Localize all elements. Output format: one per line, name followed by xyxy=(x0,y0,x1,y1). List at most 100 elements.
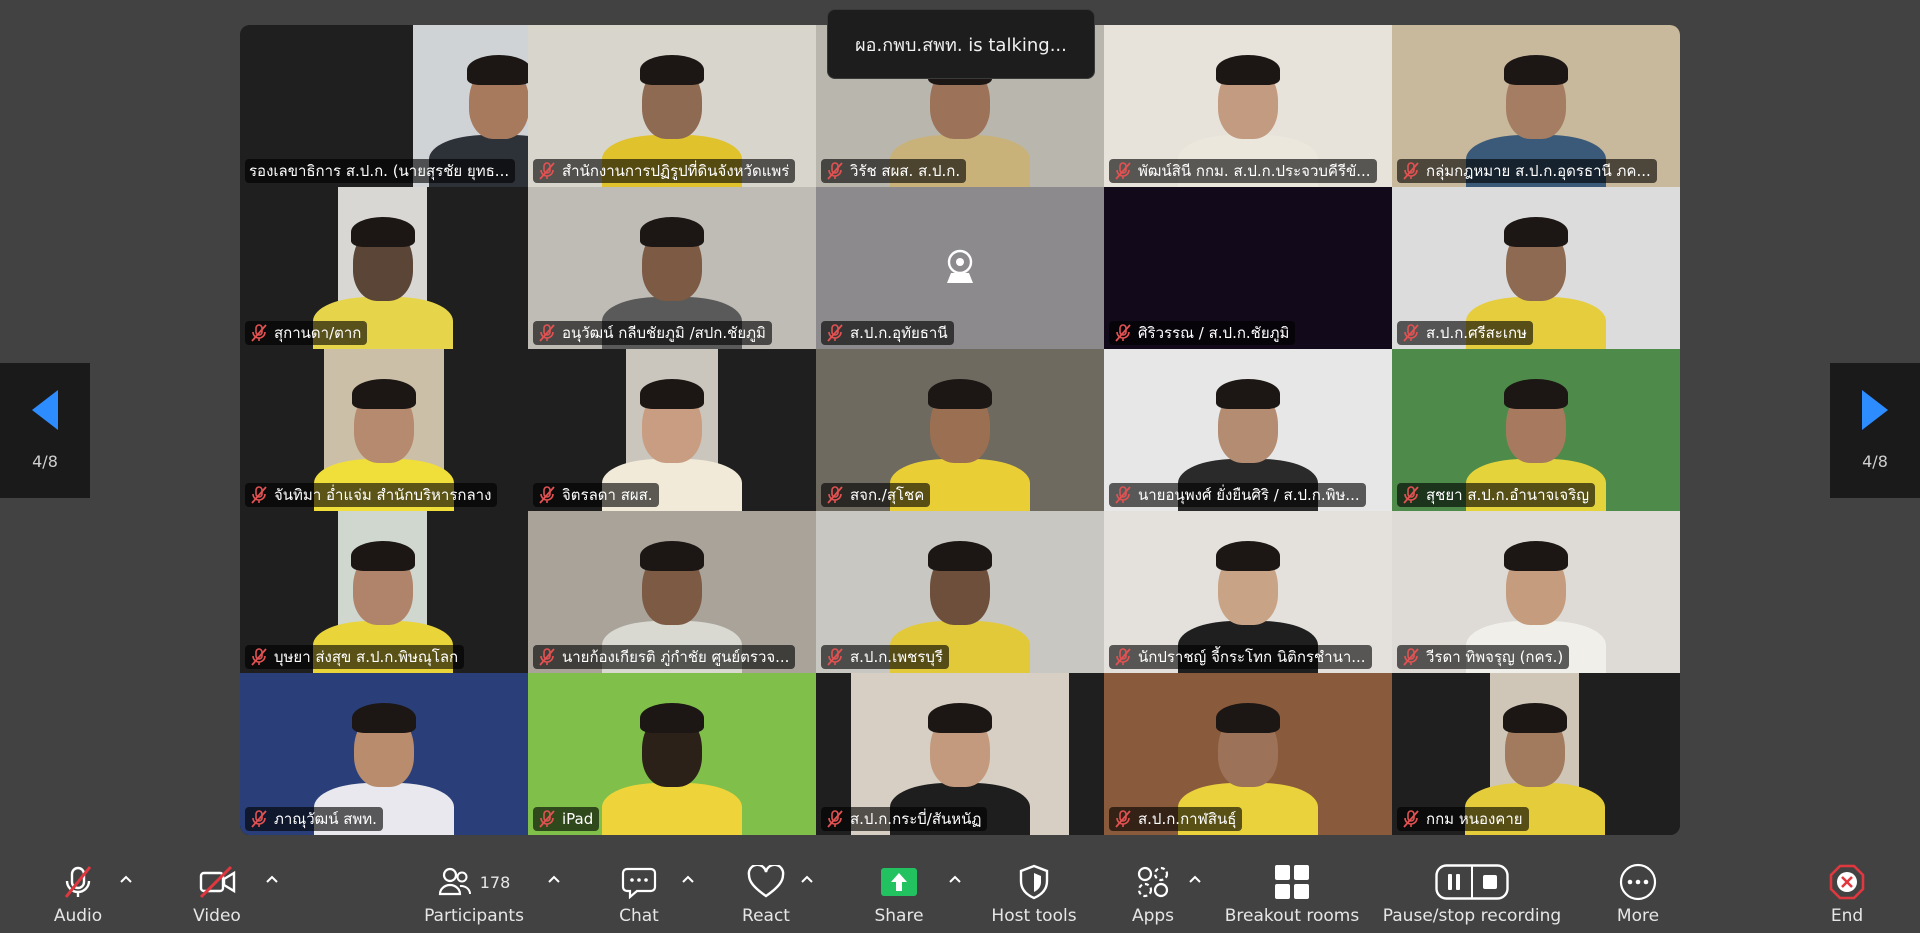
participant-tile[interactable]: รองเลขาธิการ ส.ป.ก. (นายสุรชัย ยุทธ... xyxy=(240,25,528,187)
chat-button[interactable]: Chat xyxy=(618,850,660,933)
participant-name-tag: รองเลขาธิการ ส.ป.ก. (นายสุรชัย ยุทธ... xyxy=(245,159,516,183)
participant-name-tag: ส.ป.ก.กาฬสินธุ์ xyxy=(1109,807,1243,831)
previous-page-button[interactable]: 4/8 xyxy=(0,363,90,498)
video-options-caret-icon[interactable] xyxy=(265,872,279,886)
breakout-rooms-icon xyxy=(1274,862,1310,902)
participant-tile[interactable]: ภาณุวัฒน์ สพท. xyxy=(240,673,528,835)
participant-tile[interactable]: วีรดา ทิพจรุญ (กคร.) xyxy=(1392,511,1680,673)
participant-hair xyxy=(1216,541,1280,571)
participant-name: บุษยา ส่งสุข ส.ป.ก.พิษณุโลก xyxy=(274,648,459,666)
share-button[interactable]: Share xyxy=(872,850,926,933)
participant-name: ภาณุวัฒน์ สพท. xyxy=(274,810,377,828)
muted-mic-icon xyxy=(539,648,555,666)
participant-name: iPad xyxy=(562,810,594,828)
participant-name: ส.ป.ก.อุทัยธานี xyxy=(850,324,948,342)
participant-hair xyxy=(1504,217,1568,247)
host-tools-button[interactable]: Host tools xyxy=(990,850,1078,933)
participant-tile[interactable]: ส.ป.ก.กาฬสินธุ์ xyxy=(1104,673,1392,835)
muted-mic-icon xyxy=(539,162,555,180)
participant-tile[interactable]: นายก้องเกียรติ ภู่กำชัย ศูนย์ตรวจ... xyxy=(528,511,816,673)
participant-name: รองเลขาธิการ ส.ป.ก. (นายสุรชัย ยุทธ... xyxy=(249,162,510,180)
recording-controls-icon xyxy=(1435,862,1509,902)
participant-tile[interactable]: ศิริวรรณ / ส.ป.ก.ชัยภูมิ xyxy=(1104,187,1392,349)
participant-name: อนุวัฒน์ กลีบชัยภูมิ /สปก.ชัยภูมิ xyxy=(562,324,766,342)
participant-tile[interactable]: ส.ป.ก.ศรีสะเกษ xyxy=(1392,187,1680,349)
participant-tile[interactable]: นักปราชญ์ จี้กระโทก นิติกรชำนา... xyxy=(1104,511,1392,673)
muted-mic-icon xyxy=(1403,324,1419,342)
audio-button[interactable]: Audio xyxy=(47,850,109,933)
participant-tile[interactable]: สำนักงานการปฏิรูปที่ดินจังหวัดแพร่ xyxy=(528,25,816,187)
muted-mic-icon xyxy=(251,324,267,342)
participant-tile[interactable]: บุษยา ส่งสุข ส.ป.ก.พิษณุโลก xyxy=(240,511,528,673)
participant-name-tag: กกม หนองคาย xyxy=(1397,807,1529,831)
muted-mic-icon xyxy=(539,486,555,504)
participant-tile[interactable]: ส.ป.ก.กระบี่/สันหนัฏ xyxy=(816,673,1104,835)
participant-name-tag: ส.ป.ก.ศรีสะเกษ xyxy=(1397,321,1533,345)
participant-tile[interactable]: ส.ป.ก.เพชรบุรี xyxy=(816,511,1104,673)
breakout-rooms-label: Breakout rooms xyxy=(1224,906,1360,926)
muted-mic-icon xyxy=(827,648,843,666)
participant-tile[interactable]: พัฒน์สินี กกม. ส.ป.ก.ประจวบคีรีขั... xyxy=(1104,25,1392,187)
video-label: Video xyxy=(193,906,241,926)
participant-tile[interactable]: กกม หนองคาย xyxy=(1392,673,1680,835)
participant-name-tag: บุษยา ส่งสุข ส.ป.ก.พิษณุโลก xyxy=(245,645,465,669)
participant-name-tag: นายก้องเกียรติ ภู่กำชัย ศูนย์ตรวจ... xyxy=(533,645,796,669)
participant-hair xyxy=(1504,55,1568,85)
participant-name-tag: วีรดา ทิพจรุญ (กคร.) xyxy=(1397,645,1570,669)
participant-name-tag: iPad xyxy=(533,807,600,831)
end-icon xyxy=(1829,862,1865,902)
participant-tile[interactable]: กลุ่มกฎหมาย ส.ป.ก.อุดรธานี ภค... xyxy=(1392,25,1680,187)
participant-tile[interactable]: นายอนุพงศ์ ยั่งยืนศิริ / ส.ป.ก.พิษ... xyxy=(1104,349,1392,511)
breakout-rooms-button[interactable]: Breakout rooms xyxy=(1224,850,1360,933)
participant-name-tag: ส.ป.ก.อุทัยธานี xyxy=(821,321,954,345)
audio-options-caret-icon[interactable] xyxy=(119,872,133,886)
participant-name-tag: ศิริวรรณ / ส.ป.ก.ชัยภูมิ xyxy=(1109,321,1296,345)
participant-tile[interactable]: สจก./สุโชค xyxy=(816,349,1104,511)
participant-name-tag: กลุ่มกฎหมาย ส.ป.ก.อุดรธานี ภค... xyxy=(1397,159,1657,183)
participant-hair xyxy=(1502,703,1567,733)
participant-tile[interactable]: ส.ป.ก.อุทัยธานี xyxy=(816,187,1104,349)
participants-options-caret-icon[interactable] xyxy=(547,872,561,886)
participant-name: วิรัช สผส. ส.ป.ก. xyxy=(850,162,961,180)
video-button[interactable]: Video xyxy=(187,850,247,933)
end-label: End xyxy=(1830,906,1864,926)
muted-mic-icon xyxy=(1115,486,1131,504)
participant-hair xyxy=(1216,55,1280,85)
participant-name: นายอนุพงศ์ ยั่งยืนศิริ / ส.ป.ก.พิษ... xyxy=(1138,486,1360,504)
end-meeting-button[interactable]: End xyxy=(1822,850,1872,933)
apps-options-caret-icon[interactable] xyxy=(1188,872,1202,886)
participant-hair xyxy=(640,703,704,733)
participant-name-tag: วิรัช สผส. ส.ป.ก. xyxy=(821,159,967,183)
participant-hair xyxy=(1216,703,1280,733)
muted-mic-icon xyxy=(539,810,555,828)
page-indicator-right: 4/8 xyxy=(1862,452,1888,471)
react-button[interactable]: React xyxy=(740,850,792,933)
participant-name: วีรดา ทิพจรุญ (กคร.) xyxy=(1426,648,1564,666)
react-options-caret-icon[interactable] xyxy=(800,872,814,886)
participant-hair xyxy=(1504,541,1568,571)
share-options-caret-icon[interactable] xyxy=(948,872,962,886)
participant-name-tag: จิตรลดา สผส. xyxy=(533,483,659,507)
participant-tile[interactable]: iPad xyxy=(528,673,816,835)
muted-mic-icon xyxy=(1403,810,1419,828)
participant-tile[interactable]: จิตรลดา สผส. xyxy=(528,349,816,511)
participant-tile[interactable]: สุกานดา/ตาก xyxy=(240,187,528,349)
participant-name: สุชยา ส.ป.ก.อำนาจเจริญ xyxy=(1426,486,1590,504)
more-button[interactable]: More xyxy=(1580,850,1696,933)
host-tools-label: Host tools xyxy=(991,906,1077,926)
next-page-button[interactable]: 4/8 xyxy=(1830,363,1920,498)
chat-options-caret-icon[interactable] xyxy=(681,872,695,886)
muted-mic-icon xyxy=(1403,486,1419,504)
participant-name: ส.ป.ก.กาฬสินธุ์ xyxy=(1138,810,1237,828)
muted-mic-icon xyxy=(251,486,267,504)
chat-label: Chat xyxy=(619,906,659,926)
video-grid: รองเลขาธิการ ส.ป.ก. (นายสุรชัย ยุทธ... สำ… xyxy=(240,25,1680,835)
participant-tile[interactable]: อนุวัฒน์ กลีบชัยภูมิ /สปก.ชัยภูมิ xyxy=(528,187,816,349)
apps-button[interactable]: Apps xyxy=(1128,850,1178,933)
meeting-toolbar: Audio Video 178 Participants Chat React xyxy=(0,850,1920,933)
participant-name-tag: สุชยา ส.ป.ก.อำนาจเจริญ xyxy=(1397,483,1596,507)
pause-stop-recording-button[interactable]: Pause/stop recording xyxy=(1381,850,1563,933)
participant-tile[interactable]: สุชยา ส.ป.ก.อำนาจเจริญ xyxy=(1392,349,1680,511)
participant-tile[interactable]: จันทิมา อ่ำแจ่ม สำนักบริหารกลาง xyxy=(240,349,528,511)
participants-button[interactable]: 178 Participants xyxy=(420,850,528,933)
